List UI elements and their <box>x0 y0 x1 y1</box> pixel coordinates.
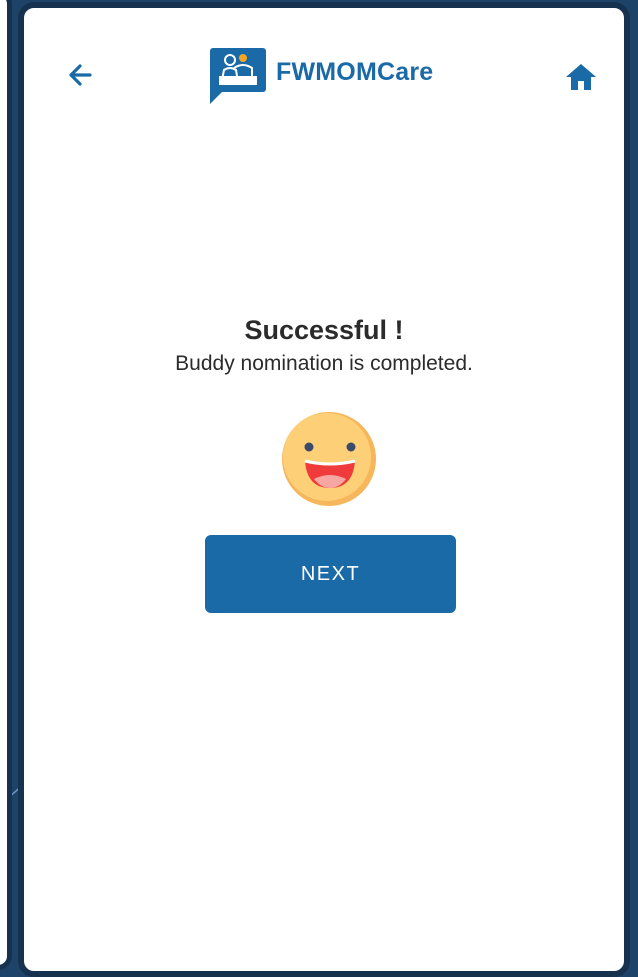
home-icon <box>566 64 596 90</box>
success-message: Successful ! Buddy nomination is complet… <box>24 312 624 378</box>
previous-screen-edge <box>0 0 12 970</box>
back-button[interactable] <box>64 58 98 92</box>
arrow-left-icon <box>69 64 92 86</box>
success-subtitle: Buddy nomination is completed. <box>175 352 473 375</box>
brand: FWMOMCare <box>210 46 433 106</box>
home-button[interactable] <box>564 60 598 94</box>
app-name: FWMOMCare <box>276 58 434 86</box>
app-header: FWMOMCare <box>24 8 624 118</box>
success-title: Successful ! <box>244 315 404 345</box>
smiling-face-icon <box>282 412 376 506</box>
app-screen: FWMOMCare Successful ! Buddy nomination … <box>18 2 630 977</box>
next-button[interactable]: NEXT <box>205 535 456 613</box>
chat-people-logo-icon <box>210 48 266 104</box>
